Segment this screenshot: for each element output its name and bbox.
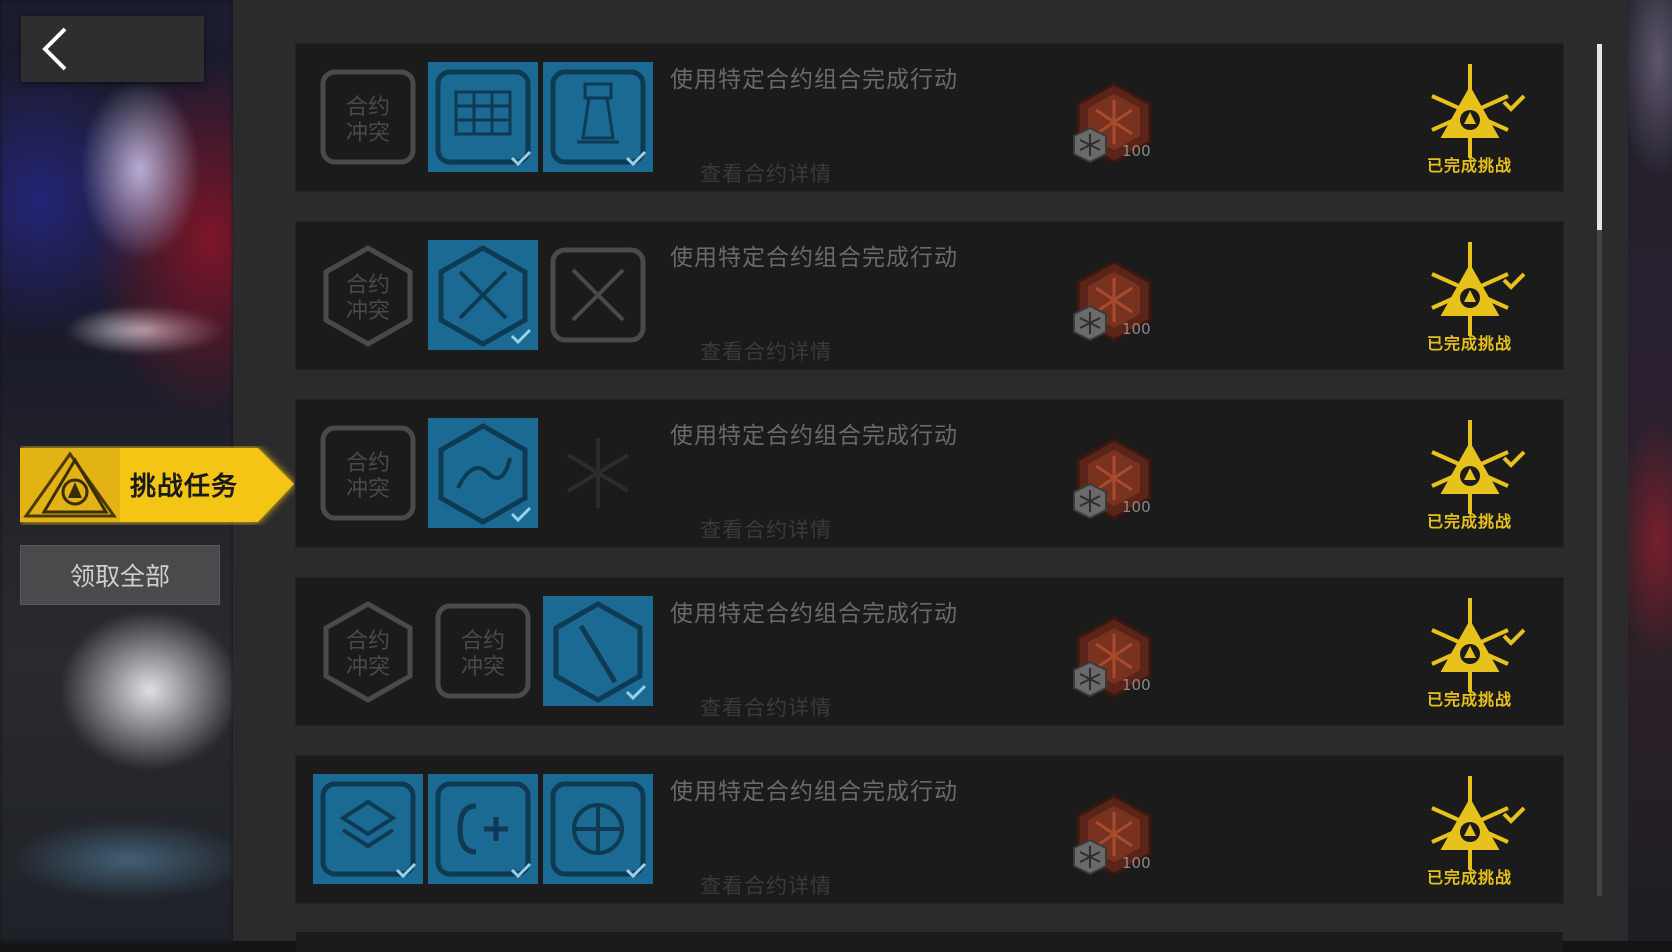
reward-count: 100 <box>1122 320 1151 338</box>
reward-count: 100 <box>1122 676 1151 694</box>
svg-text:冲突: 冲突 <box>346 299 390 324</box>
task-row-partial <box>296 932 1563 952</box>
sword-hex-icon <box>543 596 653 706</box>
status-label: 已完成挑战 <box>1427 512 1513 531</box>
contract-conflict-icon: 合约 冲突 <box>313 418 423 528</box>
svg-text:冲突: 冲突 <box>346 121 390 146</box>
grid-cross-icon <box>428 62 538 172</box>
status-label: 已完成挑战 <box>1427 690 1513 709</box>
view-contract-details-link[interactable]: 查看合约详情 <box>700 870 832 900</box>
task-row: 使用特定合约组合完成行动查看合约详情 100 已完成挑战 <box>296 756 1563 903</box>
warning-triangle-icon <box>41 457 109 514</box>
task-row: 合约 冲突 使用特定合约组合完成行动查看合约详情 100 已完成挑战 <box>296 44 1563 191</box>
svg-text:冲突: 冲突 <box>346 655 390 680</box>
status-label: 已完成挑战 <box>1427 334 1513 353</box>
scrollbar-thumb[interactable] <box>1597 44 1602 230</box>
reward-count: 100 <box>1122 498 1151 516</box>
contract-conflict-tower-icon: 合约 冲突 <box>428 596 538 706</box>
svg-text:合约: 合约 <box>461 629 505 654</box>
cost-plus-icon <box>428 774 538 884</box>
svg-text:合约: 合约 <box>346 273 390 298</box>
contract-conflict-hex-icon: 合约 冲突 <box>313 596 423 706</box>
svg-text:合约: 合约 <box>346 95 390 120</box>
svg-text:合约: 合约 <box>346 451 390 476</box>
view-contract-details-link[interactable]: 查看合约详情 <box>700 692 832 722</box>
task-title: 使用特定合约组合完成行动 <box>670 779 958 805</box>
tab-challenge-tasks[interactable]: 挑战任务 <box>20 446 295 525</box>
reward-count: 100 <box>1122 854 1151 872</box>
shield-layers-icon <box>313 774 423 884</box>
status-label: 已完成挑战 <box>1427 868 1513 887</box>
task-title: 使用特定合约组合完成行动 <box>670 423 958 449</box>
task-row: 合约 冲突 合约 冲突 使用特定合约组合完成行动 查看合约详情 100 已完成挑战 <box>296 578 1563 725</box>
crossed-swords-icon <box>428 240 538 350</box>
task-row: 合约 冲突 使用特定合约组合完成行动查看合约详情 100 已完成挑战 <box>296 400 1563 547</box>
reward-count: 100 <box>1122 142 1151 160</box>
contract-conflict-icon: 合约 冲突 <box>313 62 423 172</box>
status-label: 已完成挑战 <box>1427 156 1513 175</box>
task-title: 使用特定合约组合完成行动 <box>670 601 958 627</box>
crossed-swords-outline-icon <box>543 240 653 350</box>
tower-one-icon <box>543 62 653 172</box>
svg-text:冲突: 冲突 <box>346 477 390 502</box>
tab-label: 挑战任务 <box>130 472 239 502</box>
view-contract-details-link[interactable]: 查看合约详情 <box>700 514 832 544</box>
claim-all-button[interactable]: 领取全部 <box>20 545 220 605</box>
task-title: 使用特定合约组合完成行动 <box>670 245 958 271</box>
contract-conflict-hex-icon: 合约 冲突 <box>313 240 423 350</box>
chevron-left-icon <box>42 27 67 71</box>
task-row: 合约 冲突 使用特定合约组合完成行动查看合约详情 100 已完成挑战 <box>296 222 1563 369</box>
svg-text:合约: 合约 <box>346 629 390 654</box>
view-contract-details-link[interactable]: 查看合约详情 <box>700 158 832 188</box>
task-list: 合约 冲突 使用特定合约组合完成行动 查看合约详情 100 已完成挑战 合约 冲突使… <box>296 44 1563 934</box>
snowflake-icon <box>543 418 653 528</box>
creature-hex-icon <box>428 418 538 528</box>
svg-text:冲突: 冲突 <box>461 655 505 680</box>
target-grid-icon <box>543 774 653 884</box>
view-contract-details-link[interactable]: 查看合约详情 <box>700 336 832 366</box>
task-title: 使用特定合约组合完成行动 <box>670 67 958 93</box>
right-background <box>1628 0 1672 941</box>
back-button[interactable] <box>21 16 204 82</box>
